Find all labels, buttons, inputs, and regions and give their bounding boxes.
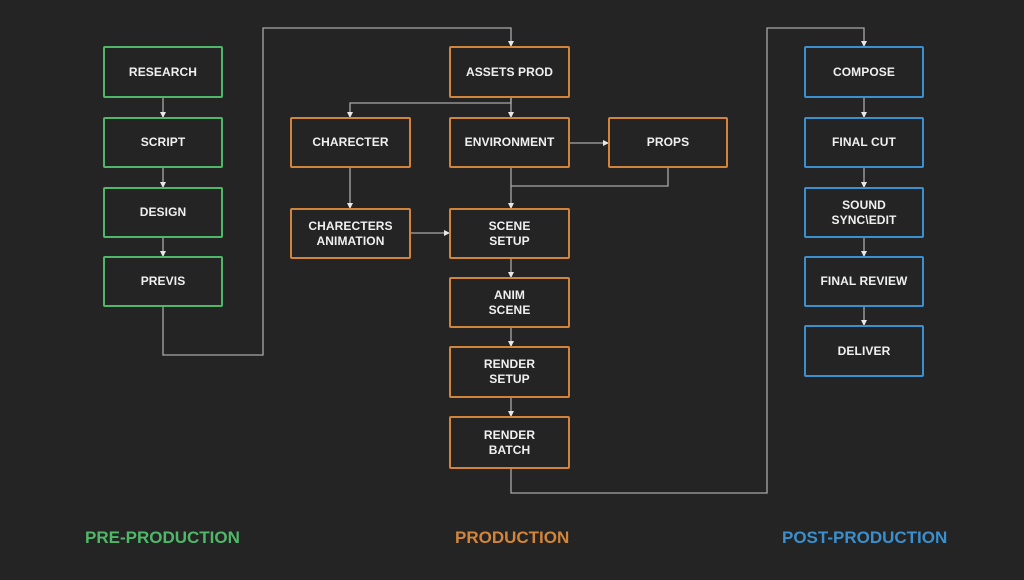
- phase-label-post-production: POST-PRODUCTION: [782, 528, 948, 547]
- node-render-batch[interactable]: RENDER BATCH: [449, 416, 570, 469]
- node-final-cut[interactable]: FINAL CUT: [804, 117, 924, 168]
- edge-assets-prod-charecter: [347, 98, 512, 118]
- node-charecters-animation[interactable]: CHARECTERS ANIMATION: [290, 208, 411, 259]
- phase-label-pre-production: PRE-PRODUCTION: [85, 528, 240, 547]
- node-research[interactable]: RESEARCH: [103, 46, 223, 98]
- node-anim-scene[interactable]: ANIM SCENE: [449, 277, 570, 328]
- edge-props-scene-setup: [511, 168, 669, 187]
- node-scene-setup[interactable]: SCENE SETUP: [449, 208, 570, 259]
- phase-label-production: PRODUCTION: [455, 528, 570, 547]
- node-deliver[interactable]: DELIVER: [804, 325, 924, 377]
- node-render-setup[interactable]: RENDER SETUP: [449, 346, 570, 398]
- node-assets-prod[interactable]: ASSETS PROD: [449, 46, 570, 98]
- node-sound-sync-edit[interactable]: SOUND SYNC\EDIT: [804, 187, 924, 238]
- node-script[interactable]: SCRIPT: [103, 117, 223, 168]
- node-design[interactable]: DESIGN: [103, 187, 223, 238]
- node-charecter[interactable]: CHARECTER: [290, 117, 411, 168]
- node-compose[interactable]: COMPOSE: [804, 46, 924, 98]
- node-previs[interactable]: PREVIS: [103, 256, 223, 307]
- node-final-review[interactable]: FINAL REVIEW: [804, 256, 924, 307]
- node-environment[interactable]: ENVIRONMENT: [449, 117, 570, 168]
- node-props[interactable]: PROPS: [608, 117, 728, 168]
